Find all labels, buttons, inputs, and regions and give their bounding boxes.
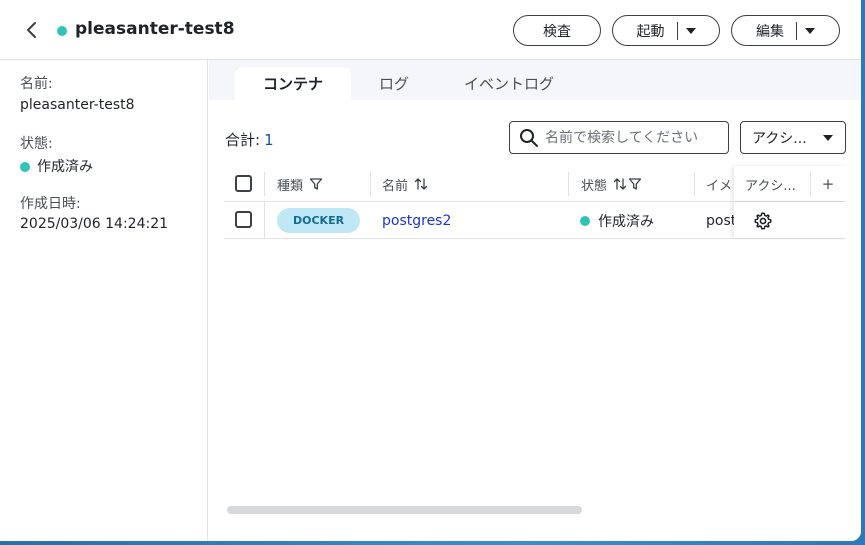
column-header-type[interactable]: 種類 <box>277 166 323 202</box>
table-row[interactable]: DOCKER postgres2 作成済み post <box>224 202 846 239</box>
column-name-label: 名前 <box>382 178 409 194</box>
page-title: pleasanter-test8 <box>75 19 235 39</box>
search-box[interactable] <box>509 121 729 154</box>
sort-icon[interactable] <box>613 177 627 191</box>
search-input[interactable] <box>545 129 715 146</box>
total-label: 合計: <box>225 131 261 149</box>
container-name-link[interactable]: postgres2 <box>382 213 451 229</box>
name-label: 名前: <box>20 76 53 92</box>
edit-button-label: 編集 <box>756 23 784 40</box>
column-state-label: 状態 <box>581 178 608 194</box>
add-column-button[interactable]: + <box>820 166 836 202</box>
settings-gear-icon[interactable] <box>753 202 773 239</box>
state-label: 状態: <box>20 136 53 152</box>
column-header-name[interactable]: 名前 <box>382 166 428 202</box>
image-cell: post <box>706 212 734 229</box>
button-divider <box>796 21 797 40</box>
app-window: pleasanter-test8 検査 起動 編集 名前: pleasanter… <box>0 0 861 541</box>
caret-down-icon[interactable] <box>685 27 696 34</box>
filter-icon[interactable] <box>309 177 323 191</box>
state-value: 作成済み <box>20 156 93 176</box>
created-label: 作成日時: <box>20 196 81 212</box>
type-cell: DOCKER <box>277 202 361 239</box>
status-dot-icon <box>580 215 590 226</box>
column-divider <box>568 172 569 196</box>
back-icon[interactable] <box>22 20 42 40</box>
column-divider <box>264 172 265 196</box>
sticky-action-column: アクシ... + <box>734 166 846 201</box>
state-cell-text: 作成済み <box>598 213 654 230</box>
tab-event-logs[interactable]: イベントログ <box>449 67 569 100</box>
column-divider <box>264 202 265 239</box>
tab-logs[interactable]: ログ <box>359 67 429 100</box>
button-divider <box>676 21 678 40</box>
total-count: 合計: 1 <box>225 129 274 150</box>
page-header: pleasanter-test8 検査 起動 編集 <box>0 0 861 60</box>
column-divider <box>694 172 695 196</box>
state-cell: 作成済み <box>580 202 654 239</box>
sticky-action-cell <box>734 202 846 238</box>
name-cell: postgres2 <box>382 202 451 239</box>
docker-badge: DOCKER <box>277 208 361 233</box>
start-button[interactable]: 起動 <box>612 15 720 46</box>
table-header: 種類 名前 状態 イメ アクシ... + <box>224 166 846 202</box>
total-number: 1 <box>264 131 274 149</box>
column-header-image[interactable]: イメ <box>706 166 734 202</box>
select-all-checkbox[interactable] <box>235 175 252 192</box>
edit-button[interactable]: 編集 <box>731 15 840 46</box>
column-header-state[interactable]: 状態 <box>581 166 642 202</box>
column-type-label: 種類 <box>277 178 304 194</box>
detail-sidebar: 名前: pleasanter-test8 状態: 作成済み 作成日時: 2025… <box>0 60 208 541</box>
state-text: 作成済み <box>37 159 93 175</box>
name-value: pleasanter-test8 <box>20 97 135 113</box>
status-dot-icon <box>57 26 67 36</box>
filter-icon[interactable] <box>628 177 642 191</box>
column-header-action: アクシ... <box>745 178 796 194</box>
caret-down-icon <box>823 135 833 141</box>
status-dot-icon <box>20 162 30 172</box>
container-table: 種類 名前 状態 イメ アクシ... + DOCKER postgres2 作成… <box>224 166 846 239</box>
action-dropdown[interactable]: アクシ... <box>740 121 846 154</box>
row-checkbox[interactable] <box>235 211 252 228</box>
inspect-button-label: 検査 <box>543 23 571 40</box>
start-button-label: 起動 <box>636 23 665 40</box>
inspect-button[interactable]: 検査 <box>513 15 601 46</box>
sort-icon[interactable] <box>414 177 428 191</box>
search-icon <box>519 128 539 148</box>
column-divider <box>810 172 811 196</box>
created-value: 2025/03/06 14:24:21 <box>20 216 169 232</box>
tab-containers[interactable]: コンテナ <box>235 67 351 100</box>
column-divider <box>370 172 371 196</box>
horizontal-scrollbar[interactable] <box>227 506 582 514</box>
main-panel: コンテナ ログ イベントログ 合計:1 アクシ... 種類 <box>209 60 861 541</box>
caret-down-icon[interactable] <box>805 27 815 34</box>
action-dropdown-label: アクシ... <box>752 130 807 147</box>
tab-bar: コンテナ ログ イベントログ <box>209 60 861 100</box>
